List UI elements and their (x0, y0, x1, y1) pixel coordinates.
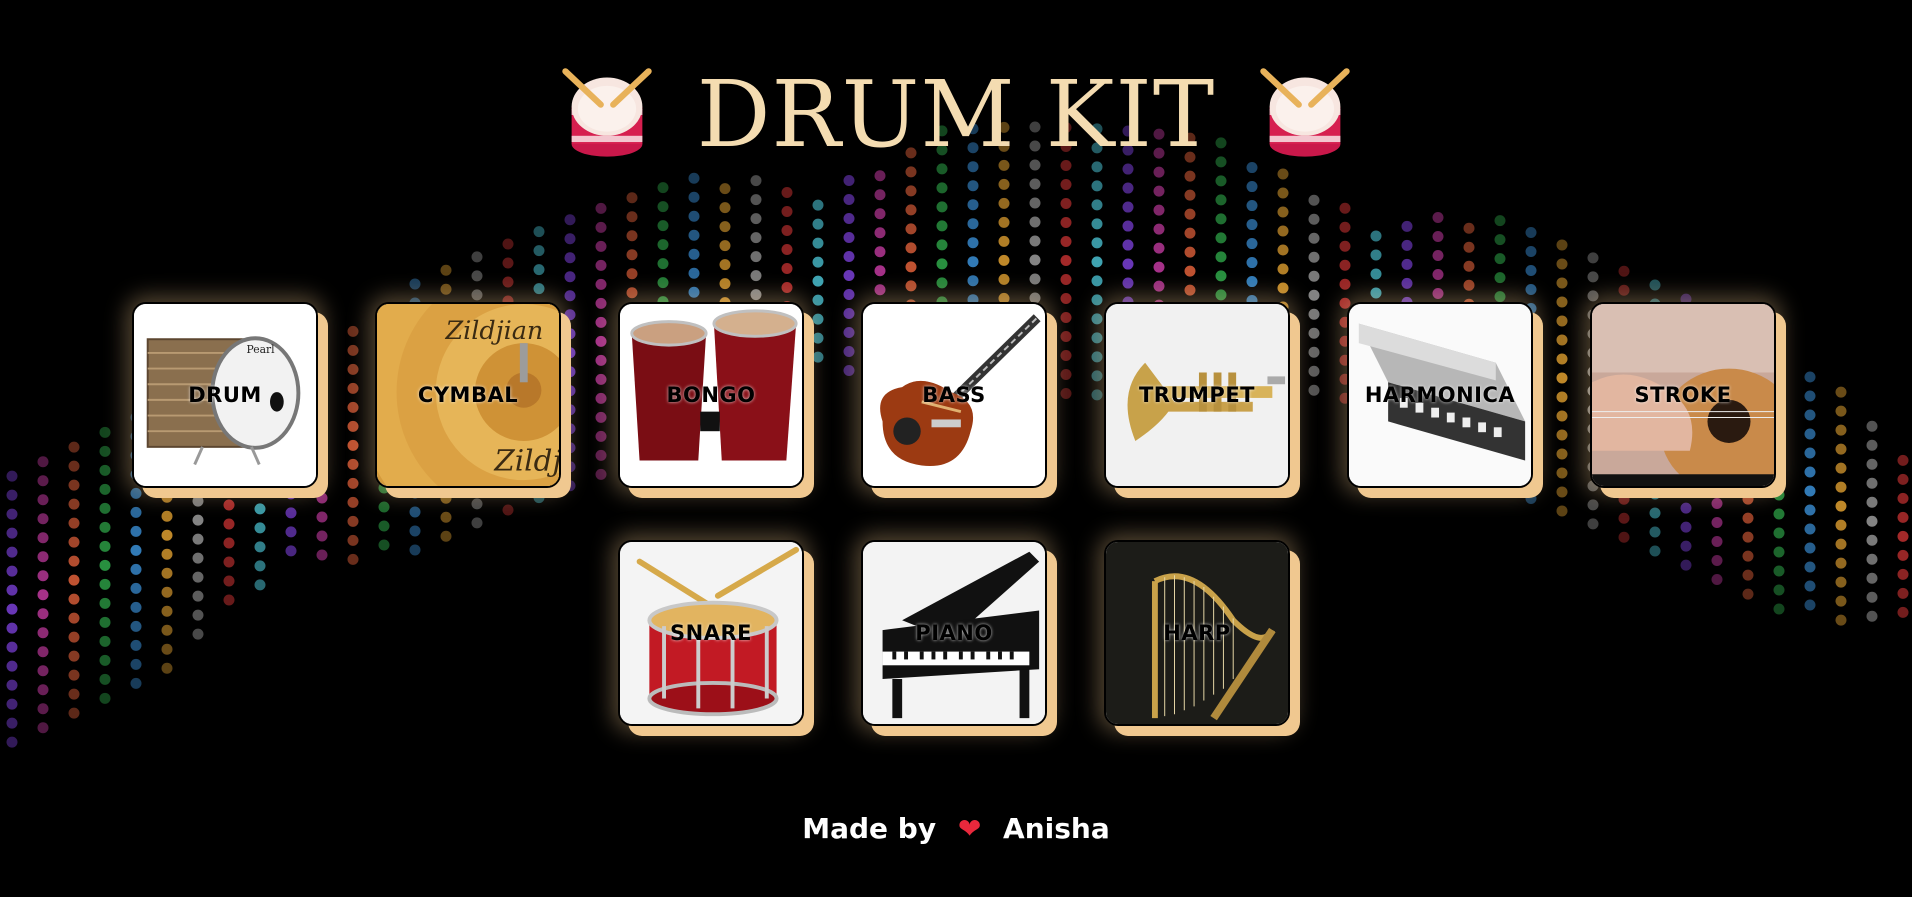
key-bongo[interactable]: BONGO (618, 302, 804, 488)
key-label: HARMONICA (1364, 383, 1516, 407)
key-drum[interactable]: Pearl DRUM (132, 302, 318, 488)
key-label: BONGO (666, 383, 756, 407)
svg-text:Zildji: Zildji (493, 443, 559, 477)
key-harmonica[interactable]: HARMONICA (1347, 302, 1533, 488)
key-label: BASS (922, 383, 986, 407)
key-cymbal[interactable]: Zildjian Zildji CYMBAL (375, 302, 561, 488)
key-trumpet[interactable]: TRUMPET (1104, 302, 1290, 488)
key-label: PIANO (915, 621, 993, 645)
footer-author: Anisha (1003, 812, 1110, 845)
key-harp[interactable]: HARP (1104, 540, 1290, 726)
key-snare[interactable]: SNARE (618, 540, 804, 726)
key-label: TRUMPET (1138, 383, 1255, 407)
key-piano[interactable]: PIANO (861, 540, 1047, 726)
key-stroke[interactable]: STROKE (1590, 302, 1776, 488)
footer-prefix: Made by (802, 812, 937, 845)
instrument-keys: Pearl DRUM Zildjian Zildji CYMBAL (0, 0, 1912, 897)
footer: Made by ❤ Anisha (0, 812, 1912, 845)
key-label: STROKE (1634, 383, 1732, 407)
svg-text:Zildjian: Zildjian (444, 315, 543, 345)
key-label: CYMBAL (417, 383, 519, 407)
svg-text:Pearl: Pearl (247, 343, 276, 356)
key-label: HARP (1163, 621, 1231, 645)
key-label: DRUM (188, 383, 262, 407)
heart-icon: ❤ (957, 812, 982, 845)
key-bass[interactable]: BASS (861, 302, 1047, 488)
key-label: SNARE (670, 621, 752, 645)
